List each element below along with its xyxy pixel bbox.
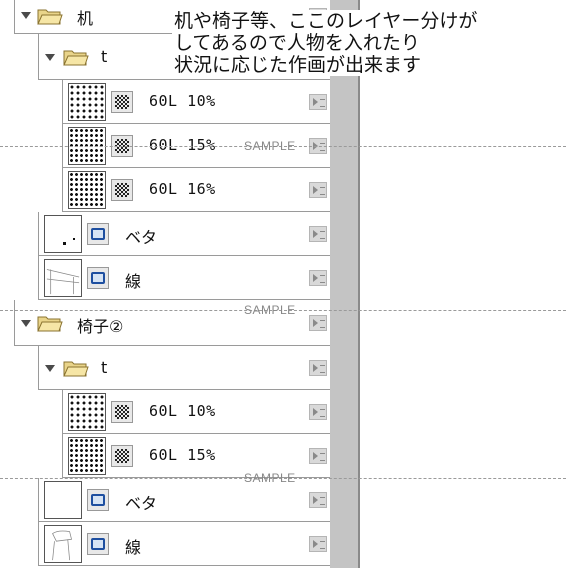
layer-thumbnail: [68, 393, 106, 431]
layer-name: 60L 10%: [149, 92, 216, 110]
tone-layer-icon: [111, 179, 133, 201]
layer-menu-button[interactable]: [309, 404, 327, 420]
layer-name: ベタ: [125, 228, 158, 247]
caption-line: 状況に応じた作画が出来ます: [174, 54, 422, 76]
collapse-arrow-icon[interactable]: [45, 365, 55, 372]
collapse-arrow-icon[interactable]: [21, 12, 31, 19]
layer-thumbnail: [44, 481, 82, 519]
layer-name: 椅子②: [77, 317, 124, 336]
raster-layer-icon: [87, 533, 109, 555]
collapse-arrow-icon[interactable]: [21, 320, 31, 327]
layer-thumbnail: [44, 215, 82, 253]
layer-menu-button[interactable]: [309, 536, 327, 552]
layer-menu-button[interactable]: [309, 360, 327, 376]
tone-layer-icon: [111, 91, 133, 113]
layer-menu-button[interactable]: [309, 94, 327, 110]
layer-tone[interactable]: 60L 10%: [62, 390, 330, 434]
tone-layer-icon: [111, 445, 133, 467]
layer-tone[interactable]: 60L 10%: [62, 80, 330, 124]
layer-name: 60L 15%: [149, 446, 216, 464]
layer-name: t: [101, 358, 108, 377]
layer-menu-button[interactable]: [309, 492, 327, 508]
scrollbar-edge: [358, 0, 360, 568]
caption-line: 机や椅子等、ここのレイヤー分けが: [174, 10, 478, 32]
watermark-text: SAMPLE: [244, 303, 296, 317]
layer-folder-chair-t[interactable]: t: [38, 346, 330, 390]
layer-raster[interactable]: 線: [38, 522, 330, 566]
annotation-caption: 机や椅子等、ここのレイヤー分けが してあるので人物を入れたり 状況に応じた作画が…: [172, 10, 566, 76]
raster-layer-icon: [87, 489, 109, 511]
layer-name: 60L 10%: [149, 402, 216, 420]
raster-layer-icon: [87, 267, 109, 289]
layer-name: 線: [125, 538, 142, 557]
watermark-text: SAMPLE: [244, 139, 296, 153]
collapse-arrow-icon[interactable]: [45, 54, 55, 61]
scrollbar[interactable]: [330, 0, 360, 568]
folder-open-icon: [63, 50, 89, 66]
layer-name: 60L 15%: [149, 136, 216, 154]
layer-raster[interactable]: 線: [38, 256, 330, 300]
layer-thumbnail: [68, 437, 106, 475]
folder-open-icon: [37, 9, 63, 25]
layer-name: 60L 16%: [149, 180, 216, 198]
layer-tone[interactable]: 60L 16%: [62, 168, 330, 212]
layer-menu-button[interactable]: [309, 270, 327, 286]
layer-raster[interactable]: ベタ: [38, 212, 330, 256]
layer-name: t: [101, 47, 108, 66]
layer-menu-button[interactable]: [309, 226, 327, 242]
layer-name: 線: [125, 272, 142, 291]
tone-layer-icon: [111, 401, 133, 423]
layer-menu-button[interactable]: [309, 182, 327, 198]
layer-name: 机: [77, 9, 94, 28]
folder-open-icon: [63, 361, 89, 377]
folder-open-icon: [37, 316, 63, 332]
layer-menu-button[interactable]: [309, 448, 327, 464]
layer-thumbnail: [68, 83, 106, 121]
watermark-text: SAMPLE: [244, 471, 296, 485]
layer-menu-button[interactable]: [309, 315, 327, 331]
layer-thumbnail: [44, 525, 82, 563]
raster-layer-icon: [87, 223, 109, 245]
layer-name: ベタ: [125, 494, 158, 513]
layer-thumbnail: [44, 259, 82, 297]
caption-line: してあるので人物を入れたり: [174, 32, 420, 54]
layer-thumbnail: [68, 171, 106, 209]
